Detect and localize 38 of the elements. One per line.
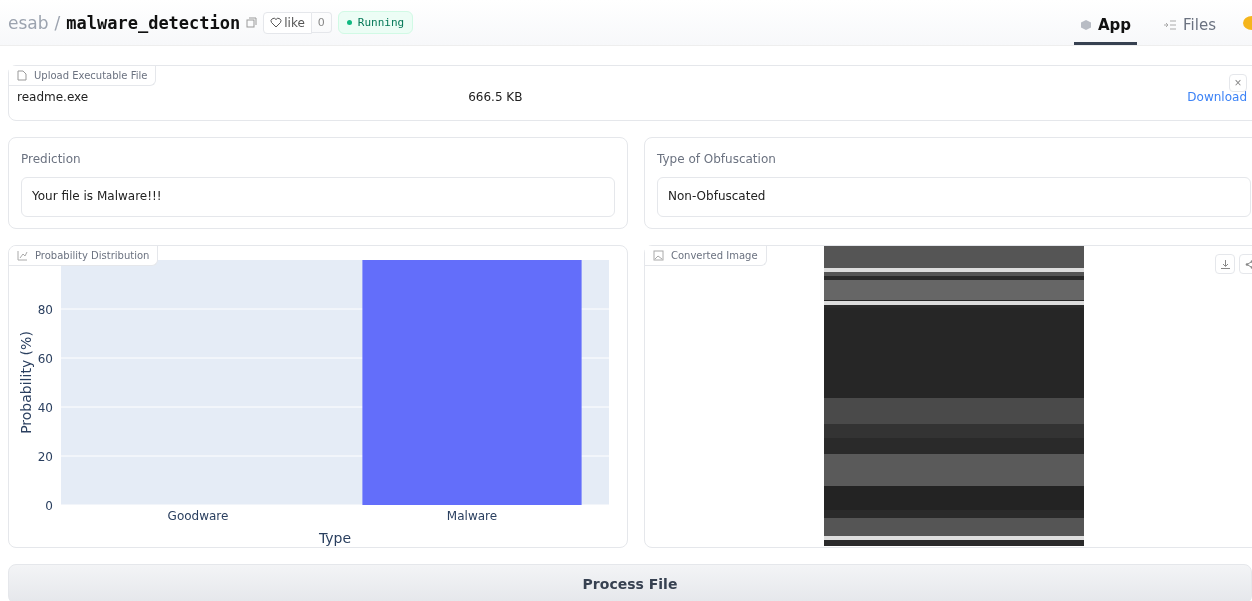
field-label: Prediction [21,152,82,166]
image-icon [653,250,664,261]
axis-tick-label: 40 [37,401,53,415]
output-field[interactable]: Non-Obfuscated [657,177,1251,217]
file-name: readme.exe [17,90,89,104]
block-label: Converted Image [645,246,767,266]
like-count: 0 [311,12,332,33]
share-icon [1244,259,1252,269]
copy-icon [246,17,258,28]
output-field[interactable]: Your file is Malware!!! [21,177,615,217]
download-icon [1220,259,1230,269]
process-button[interactable]: Process File [8,564,1252,601]
y-axis-title: Probability (%) [18,331,34,434]
field-label: Type of Obfuscation [657,152,777,166]
axis-tick-label: 80 [37,303,53,317]
axis-tick-label: 60 [37,352,53,366]
chart-icon [17,250,28,261]
heart-icon [270,17,283,28]
block-label: Upload Executable File [9,66,157,86]
file-size: 666.5 KB [468,90,523,104]
close-button[interactable]: × [1229,74,1247,92]
path-separator: / [54,12,61,33]
list-icon [1163,19,1178,31]
download-link[interactable]: Download [1187,90,1247,104]
category-label: Malware [446,509,498,523]
cube-icon [1080,19,1092,31]
block-label: Probability Distribution [9,246,159,266]
x-axis-title: Type [318,530,352,546]
axis-tick-label: 20 [37,450,53,464]
download-button[interactable] [1215,254,1235,274]
nav-tab[interactable]: Files [1157,16,1222,45]
status-badge: Running [337,11,414,34]
like-button[interactable]: like [263,11,312,34]
repo-name[interactable]: malware_detection [66,12,241,33]
axis-tick-label: 0 [45,499,53,513]
nav-tab[interactable]: App [1074,16,1138,45]
file-icon [17,70,27,81]
category-label: Goodware [167,509,229,523]
